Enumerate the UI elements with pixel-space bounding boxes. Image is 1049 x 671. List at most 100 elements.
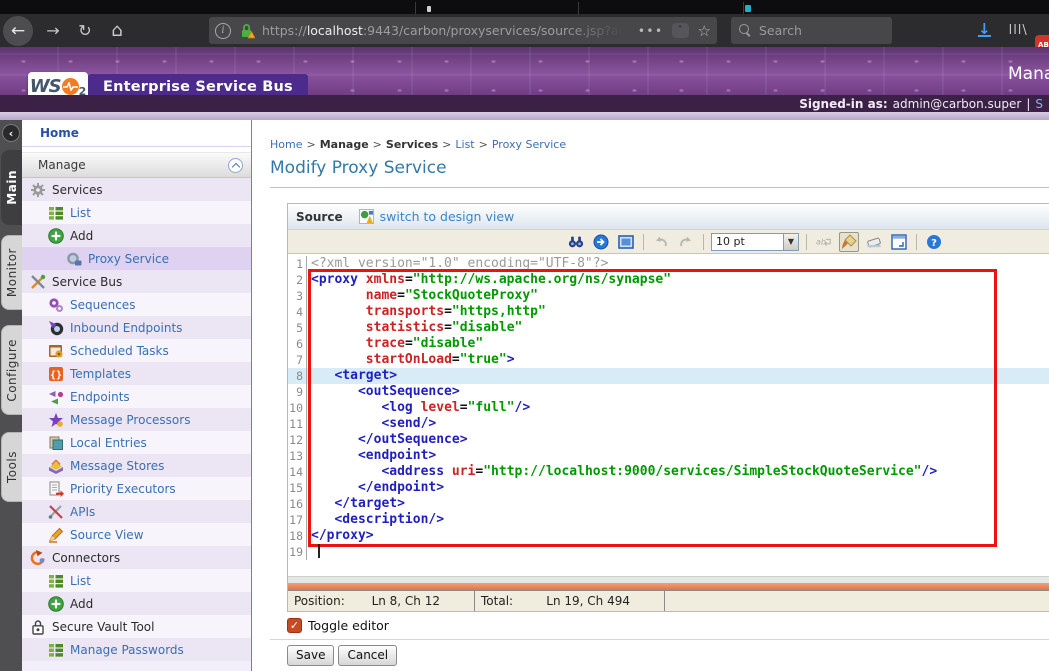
sidebar-item-endpoints[interactable]: Endpoints (22, 385, 251, 408)
sidebar-item-message-stores[interactable]: Message Stores (22, 454, 251, 477)
line-number: 18 (288, 528, 307, 544)
toolbar-separator (643, 234, 644, 250)
sidebar-item-list[interactable]: List (22, 201, 251, 224)
back-icon[interactable]: ← (3, 16, 33, 46)
word-wrap-icon[interactable]: ab (814, 232, 834, 252)
collapse-chevron-icon[interactable] (228, 158, 243, 173)
sidebar-item-connectors[interactable]: Connectors (22, 546, 251, 569)
toggle-editor-checkbox[interactable]: ✓ (287, 618, 302, 633)
hscroll-thumb[interactable] (288, 583, 1049, 590)
manage-section-header[interactable]: Manage (22, 152, 251, 178)
home-icon[interactable]: ⌂ (105, 19, 129, 43)
sidebar-item-services[interactable]: Services (22, 178, 251, 201)
sidebar-item-scheduled-tasks[interactable]: Scheduled Tasks (22, 339, 251, 362)
code-line-13[interactable]: 13 <endpoint> (288, 448, 1049, 464)
code-text: </outSequence> (307, 432, 468, 448)
code-text: startOnLoad="true"> (307, 352, 515, 368)
code-line-15[interactable]: 15 </endpoint> (288, 480, 1049, 496)
goto-line-icon[interactable] (591, 232, 611, 252)
save-button[interactable]: Save (287, 645, 334, 666)
code-text: <?xml version="1.0" encoding="UTF-8"?> (307, 256, 608, 272)
sidebar-item-label: Message Processors (70, 413, 190, 427)
help-icon[interactable]: ? (924, 232, 944, 252)
sidebar-item-label: Inbound Endpoints (70, 321, 182, 335)
sidebar-item-home[interactable]: Home (22, 120, 251, 147)
signed-in-user: admin@carbon.super (893, 97, 1022, 111)
sidebar-item-inbound-endpoints[interactable]: Inbound Endpoints (22, 316, 251, 339)
code-line-9[interactable]: 9 <outSequence> (288, 384, 1049, 400)
code-line-14[interactable]: 14 <address uri="http://localhost:9000/s… (288, 464, 1049, 480)
undo-icon[interactable] (651, 232, 671, 252)
code-editor[interactable]: 1<?xml version="1.0" encoding="UTF-8"?>2… (288, 254, 1049, 576)
editor-status-bar: Position: Ln 8, Ch 12 Total: Ln 19, Ch 4… (288, 590, 1049, 611)
sidebar-item-apis[interactable]: APIs (22, 500, 251, 523)
code-line-16[interactable]: 16 </target> (288, 496, 1049, 512)
sidebar-item-message-processors[interactable]: Message Processors (22, 408, 251, 431)
sidebar-item-secure-vault-tool[interactable]: Secure Vault Tool (22, 615, 251, 638)
region-tab-configure[interactable]: Configure (1, 325, 22, 415)
reload-icon[interactable]: ↻ (73, 19, 97, 43)
code-line-18[interactable]: 18</proxy> (288, 528, 1049, 544)
code-line-17[interactable]: 17 <description/> (288, 512, 1049, 528)
breadcrumb-list[interactable]: List (455, 138, 474, 151)
insecure-lock-icon[interactable] (239, 23, 255, 39)
bookmark-star-icon[interactable]: ☆ (698, 22, 711, 40)
position-label: Position: (294, 594, 345, 608)
sidebar-item-list[interactable]: List (22, 569, 251, 592)
eraser-icon[interactable] (864, 232, 884, 252)
code-line-1[interactable]: 1<?xml version="1.0" encoding="UTF-8"?> (288, 256, 1049, 272)
download-icon[interactable]: ↓ (978, 24, 991, 37)
sidebar-item-add[interactable]: Add (22, 224, 251, 247)
switch-to-design-view-link[interactable]: switch to design view (380, 209, 515, 224)
browser-tab-bar[interactable] (0, 0, 1049, 14)
sidebar-item-templates[interactable]: {}Templates (22, 362, 251, 385)
breadcrumb-home[interactable]: Home (270, 138, 302, 151)
breadcrumb-proxy-service[interactable]: Proxy Service (492, 138, 566, 151)
code-line-10[interactable]: 10 <log level="full"/> (288, 400, 1049, 416)
code-line-3[interactable]: 3 name="StockQuoteProxy" (288, 288, 1049, 304)
highlight-panel-icon[interactable] (889, 232, 909, 252)
sidebar-item-service-bus[interactable]: Service Bus (22, 270, 251, 293)
code-line-19[interactable]: 19 (288, 544, 1049, 560)
fullscreen-icon[interactable] (616, 232, 636, 252)
sidebar-item-priority-executors[interactable]: Priority Executors (22, 477, 251, 500)
code-line-7[interactable]: 7 startOnLoad="true"> (288, 352, 1049, 368)
code-line-6[interactable]: 6 trace="disable" (288, 336, 1049, 352)
region-tab-monitor[interactable]: Monitor (1, 235, 22, 310)
page-actions-icon[interactable]: ••• (638, 24, 664, 38)
add-plus-icon (48, 596, 64, 612)
code-line-4[interactable]: 4 transports="https,http" (288, 304, 1049, 320)
sidebar-collapse-icon[interactable]: ‹ (2, 124, 20, 142)
forward-icon[interactable]: → (41, 19, 65, 43)
sidebar-item-sequences[interactable]: Sequences (22, 293, 251, 316)
sidebar-item-source-view[interactable]: Source View (22, 523, 251, 546)
font-size-select[interactable]: 10 pt ▼ (711, 233, 799, 251)
code-line-5[interactable]: 5 statistics="disable" (288, 320, 1049, 336)
code-line-11[interactable]: 11 <send/> (288, 416, 1049, 432)
library-icon[interactable]: lll\ (1009, 23, 1028, 38)
code-line-2[interactable]: 2<proxy xmlns="http://ws.apache.org/ns/s… (288, 272, 1049, 288)
region-tab-tools[interactable]: Tools (1, 432, 22, 502)
sidebar-item-manage-passwords[interactable]: Manage Passwords (22, 638, 251, 661)
sidebar-item-local-entries[interactable]: Local Entries (22, 431, 251, 454)
line-number: 6 (288, 336, 307, 352)
status-empty-cell (665, 591, 1049, 611)
redo-icon[interactable] (676, 232, 696, 252)
pocket-icon[interactable]: ˅ (672, 23, 689, 38)
url-bar[interactable]: i https://localhost:9443/carbon/proxyser… (209, 17, 717, 44)
search-bar[interactable]: Search (731, 17, 892, 44)
code-line-12[interactable]: 12 </outSequence> (288, 432, 1049, 448)
cancel-button[interactable]: Cancel (338, 645, 397, 666)
info-icon[interactable]: i (215, 23, 231, 39)
code-text: statistics="disable" (307, 320, 522, 336)
code-line-8[interactable]: 8 <target> (288, 368, 1049, 384)
tab-separator (743, 2, 744, 14)
home-link[interactable]: Home (40, 126, 79, 140)
syntax-highlight-brush-icon[interactable] (839, 232, 859, 252)
sidebar-item-add[interactable]: Add (22, 592, 251, 615)
sidebar-item-proxy-service[interactable]: Proxy Service (22, 247, 251, 270)
search-binoculars-icon[interactable] (566, 232, 586, 252)
region-tab-main[interactable]: Main (1, 150, 22, 225)
sign-out-link[interactable]: S (1035, 97, 1043, 111)
hscroll-track[interactable] (288, 576, 1049, 583)
